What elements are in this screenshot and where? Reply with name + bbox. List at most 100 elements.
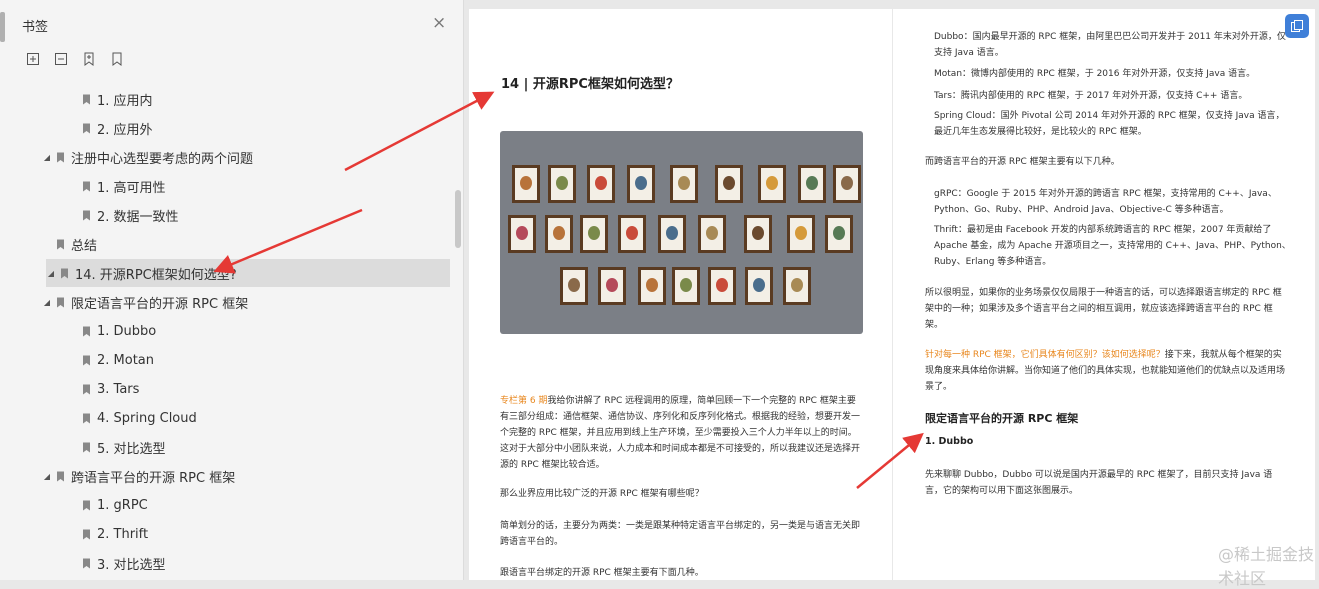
bird-frame (638, 267, 666, 305)
bird-frame (545, 215, 573, 253)
column-link[interactable]: 专栏第 6 期 (500, 396, 547, 406)
bird-frame (508, 215, 536, 253)
bookmark-item[interactable]: 2. 数据一致性 (0, 201, 450, 229)
bird-frame (658, 215, 686, 253)
bookmark-label: 2. Thrift (97, 526, 149, 542)
bookmark-icon (57, 297, 64, 307)
text-line: Python、Go、Ruby、PHP、Android Java、Objectiv… (934, 205, 1229, 215)
bookmark-item[interactable]: ◢ 限定语言平台的开源 RPC 框架 (0, 288, 450, 316)
document-page-right: Dubbo：国内最早开源的 RPC 框架，由阿里巴巴公司开发并于 2011 年末… (893, 9, 1315, 580)
bird-frame (618, 215, 646, 253)
bird-frame (698, 215, 726, 253)
bookmark-item[interactable]: 总结 (0, 230, 450, 258)
bookmark-item[interactable]: 2. 应用外 (0, 114, 450, 142)
bookmark-icon (61, 268, 68, 278)
text-line: Dubbo：国内最早开源的 RPC 框架，由阿里巴巴公司开发并于 2011 年末… (934, 32, 1286, 42)
bookmark-label: 注册中心选型要考虑的两个问题 (71, 151, 254, 167)
collapse-all-icon[interactable] (52, 50, 70, 68)
bookmark-item[interactable]: 1. 应用内 (0, 85, 450, 113)
bookmark-sidebar: 书签 × 1. 应用内 2. 应用外 ◢ 注册中心选型要考虑的两个问题 1. 高可用性 2… (0, 0, 464, 580)
chapter-title: 14 | 开源RPC框架如何选型？ (501, 77, 679, 92)
text-line: 跨语言平台的。 (500, 537, 564, 547)
bookmark-label: 5. 对比选型 (97, 441, 166, 457)
bird-frame (744, 215, 772, 253)
bookmark-item[interactable]: 3. 对比选型 (0, 549, 450, 577)
text-line: 有三部分组成：通信框架、通信协议、序列化和反序列化格式。根据我的经验，想要开发一 (500, 412, 861, 422)
sidebar-toolbar (24, 50, 126, 68)
bookmark-item[interactable]: 2. Thrift (0, 520, 450, 548)
bookmark-item[interactable]: ◢ 注册中心选型要考虑的两个问题 (0, 143, 450, 171)
bookmark-label: 1. 应用内 (97, 93, 153, 109)
bookmark-icon (83, 181, 90, 191)
thrift-item: Thrift：最初是由 Facebook 开发的内部系统跨语言的 RPC 框架，… (934, 222, 1291, 270)
bookmark-label: 14. 开源RPC框架如何选型? (75, 267, 237, 283)
text-line: 所以很明显，如果你的业务场景仅仅局限于一种语言的话，可以选择跟语言绑定的 RPC… (925, 288, 1282, 298)
dubbo-item: Dubbo：国内最早开源的 RPC 框架，由阿里巴巴公司开发并于 2011 年末… (934, 29, 1286, 61)
expand-triangle-icon[interactable]: ◢ (46, 269, 56, 278)
text-line: Thrift：最初是由 Facebook 开发的内部系统跨语言的 RPC 框架，… (934, 225, 1272, 235)
expand-triangle-icon[interactable]: ◢ (42, 298, 52, 307)
bookmark-icon (57, 471, 64, 481)
bookmark-item[interactable]: 1. gRPC (0, 491, 450, 519)
corner-action-button[interactable] (1285, 14, 1309, 38)
close-icon[interactable]: × (432, 14, 446, 32)
bookmark-item[interactable]: 1. Dubbo (0, 317, 450, 345)
bird-frame (715, 165, 743, 203)
expand-triangle-icon[interactable]: ◢ (42, 153, 52, 162)
highlight-question: 针对每一种 RPC 框架，它们具体有何区别？该如何选择呢？ (925, 350, 1165, 360)
bird-frame (548, 165, 576, 203)
summary-paragraph: 所以很明显，如果你的业务场景仅仅局限于一种语言的话，可以选择跟语言绑定的 RPC… (925, 285, 1282, 333)
bookmark-item[interactable]: 2. Motan (0, 346, 450, 374)
bookmark-icon (83, 529, 90, 539)
bookmark-label: 总结 (71, 238, 98, 254)
expand-triangle-icon[interactable]: ◢ (42, 472, 52, 481)
bookmark-item[interactable]: ◢ 跨语言平台的开源 RPC 框架 (0, 462, 450, 490)
bookmark-label: 跨语言平台的开源 RPC 框架 (71, 470, 236, 486)
intro-paragraph: 专栏第 6 期我给你讲解了 RPC 远程调用的原理，简单回顾一下一个完整的 RP… (500, 393, 870, 473)
sidebar-title: 书签 (22, 20, 49, 35)
bookmark-icon (83, 210, 90, 220)
motan-item: Motan：微博内部使用的 RPC 框架，于 2016 年对外开源，仅支持 Ja… (934, 69, 1256, 79)
bird-frame (598, 267, 626, 305)
bookmark-icon (83, 558, 90, 568)
bookmark-icon (57, 152, 64, 162)
watermark: @稀土掘金技术社区 (1218, 545, 1315, 588)
bookmark-icon (57, 239, 64, 249)
text-line: gRPC：Google 于 2015 年对外开源的跨语言 RPC 框架，支持常用… (934, 189, 1277, 199)
bookmark-icon (83, 413, 90, 423)
classification-paragraph: 简单划分的话，主要分为两类：一类是跟某种特定语言平台绑定的，另一类是与语言无关即… (500, 518, 860, 550)
bookmark-item[interactable]: 4. Spring Cloud (0, 404, 450, 432)
sidebar-scrollbar[interactable] (455, 190, 461, 248)
grpc-item: gRPC：Google 于 2015 年对外开源的跨语言 RPC 框架，支持常用… (934, 186, 1277, 218)
bound-frameworks-paragraph: 跟语言平台绑定的开源 RPC 框架主要有下面几种。 (500, 568, 704, 578)
bird-frame (580, 215, 608, 253)
bookmark-label: 3. Tars (97, 381, 140, 397)
bird-frame (587, 165, 615, 203)
bookmark-item[interactable]: 5. 对比选型 (0, 433, 450, 461)
text-line: Spring Cloud：国外 Pivotal 公司 2014 年对外开源的 R… (934, 111, 1285, 121)
bookmark-icon (83, 500, 90, 510)
text-line: 支持 Java 语言。 (934, 48, 1004, 58)
tars-item: Tars：腾讯内部使用的 RPC 框架，于 2017 年对外开源，仅支持 C++… (934, 91, 1248, 101)
bird-frame (672, 267, 700, 305)
text-line: 先来聊聊 Dubbo，Dubbo 可以说是国内开源最早的 RPC 框架了，目前只… (925, 470, 1273, 480)
expand-all-icon[interactable] (24, 50, 42, 68)
add-bookmark-icon[interactable] (80, 50, 98, 68)
bookmark-icon (83, 123, 90, 133)
bookmark-icon (83, 384, 90, 394)
sidebar-tab-handle[interactable] (0, 12, 5, 42)
bookmark-label: 1. Dubbo (97, 323, 157, 339)
bookmark-item[interactable]: 1. 高可用性 (0, 172, 450, 200)
text-line: 架中的一种；如果涉及多个语言平台之间的相互调用，就应该选择跨语言平台的 RPC … (925, 304, 1273, 314)
bookmark-icon[interactable] (108, 50, 126, 68)
bookmark-item[interactable]: 3. Tars (0, 375, 450, 403)
bookmark-item[interactable]: ◢ 14. 开源RPC框架如何选型? (46, 259, 450, 287)
text-line: Ruby、Erlang 等多种语言。 (934, 257, 1052, 267)
document-page-left: 14 | 开源RPC框架如何选型？ 专栏第 6 期我给你讲解了 RPC 远程调用… (469, 9, 892, 580)
bird-frame (560, 267, 588, 305)
bird-frame (825, 215, 853, 253)
text-line: 这对于大部分中小团队来说，人力成本和时间成本都是不可接受的，所以我建议还是选择开 (500, 444, 861, 454)
bookmark-label: 2. 应用外 (97, 122, 153, 138)
bird-frame (798, 165, 826, 203)
text-line: 接下来，我就从每个框架的实 (1164, 350, 1282, 360)
